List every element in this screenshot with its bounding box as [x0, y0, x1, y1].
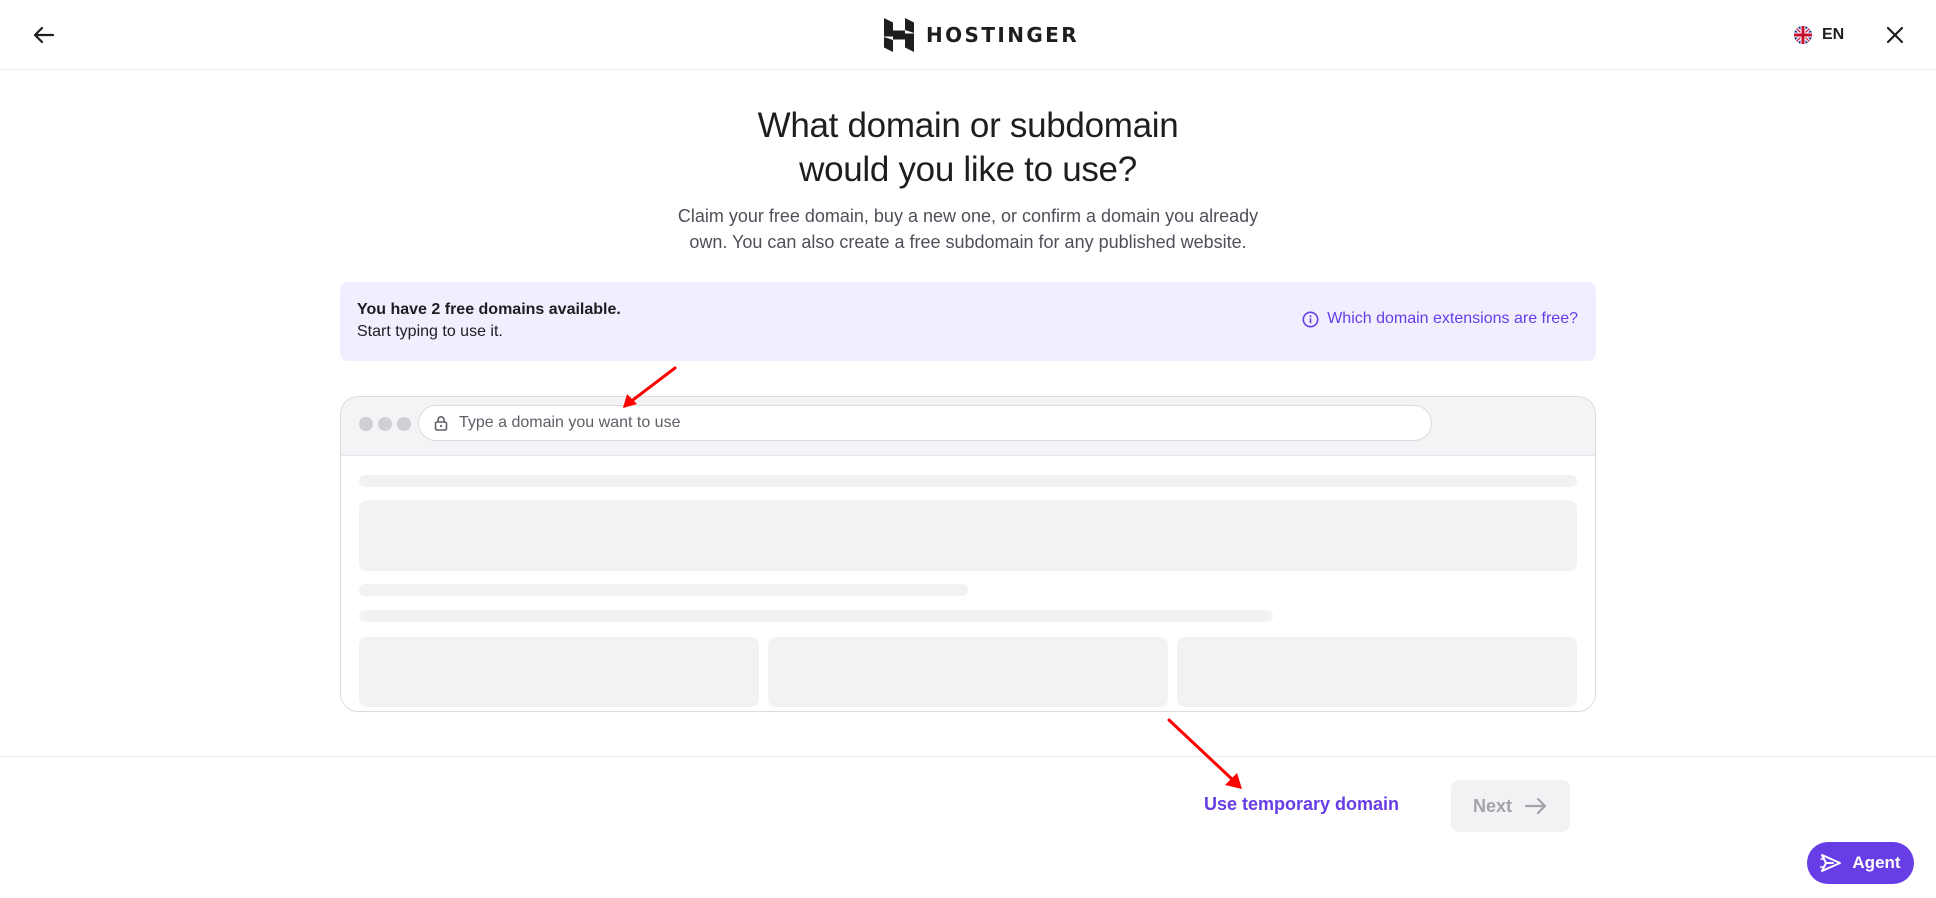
arrow-right-icon: [1524, 797, 1547, 815]
banner-text: You have 2 free domains available. Start…: [357, 299, 621, 343]
page-title-line-2: would you like to use?: [799, 150, 1137, 189]
skeleton-line: [359, 610, 1273, 622]
browser-toolbar: [341, 397, 1595, 456]
hostinger-logo-icon: [884, 18, 914, 52]
window-dot-icon: [397, 417, 411, 431]
uk-flag-icon: [1794, 26, 1812, 44]
skeleton-line: [359, 584, 968, 596]
annotation-arrow-icon: [1167, 718, 1242, 789]
info-icon: [1302, 311, 1319, 327]
close-icon: [1886, 26, 1904, 44]
lock-icon: [434, 416, 448, 431]
next-button-label: Next: [1472, 795, 1512, 816]
agent-button[interactable]: Agent: [1807, 842, 1914, 884]
page-title-line-1: What domain or subdomain: [757, 106, 1179, 145]
close-button[interactable]: [1880, 20, 1910, 50]
skeleton-line: [359, 475, 1577, 487]
banner-title: You have 2 free domains available.: [357, 301, 621, 318]
footer-divider: [0, 756, 1936, 757]
agent-icon: [1820, 854, 1842, 872]
language-label: EN: [1822, 26, 1845, 43]
top-bar: HOSTINGER EN: [0, 0, 1936, 70]
page-subtitle-line-1: Claim your free domain, buy a new one, o…: [677, 206, 1259, 226]
window-dot-icon: [359, 417, 373, 431]
use-temporary-domain-link[interactable]: Use temporary domain: [1204, 794, 1399, 815]
skeleton-card: [768, 637, 1168, 707]
language-selector[interactable]: EN: [1794, 22, 1844, 48]
agent-button-label: Agent: [1852, 853, 1901, 872]
skeleton-card: [359, 637, 759, 707]
skeleton-card: [1177, 637, 1577, 707]
back-button[interactable]: [28, 19, 60, 51]
free-domains-banner: You have 2 free domains available. Start…: [340, 282, 1596, 361]
skeleton-block: [359, 500, 1577, 571]
brand-name: HOSTINGER: [926, 23, 1080, 47]
hostinger-logo[interactable]: HOSTINGER: [884, 17, 1079, 53]
free-extensions-link[interactable]: Which domain extensions are free?: [1302, 310, 1578, 328]
banner-subtitle: Start typing to use it.: [357, 323, 503, 340]
page-subtitle: Claim your free domain, buy a new one, o…: [568, 203, 1368, 255]
next-button[interactable]: Next: [1451, 780, 1570, 832]
domain-input-wrapper[interactable]: [418, 405, 1432, 441]
page-subtitle-line-2: own. You can also create a free subdomai…: [689, 232, 1247, 252]
arrow-left-icon: [33, 26, 55, 44]
browser-preview: [340, 396, 1596, 712]
window-dot-icon: [378, 417, 392, 431]
domain-input[interactable]: [459, 414, 1359, 432]
page-title: What domain or subdomain would you like …: [568, 104, 1368, 192]
free-extensions-link-label: Which domain extensions are free?: [1327, 310, 1578, 327]
